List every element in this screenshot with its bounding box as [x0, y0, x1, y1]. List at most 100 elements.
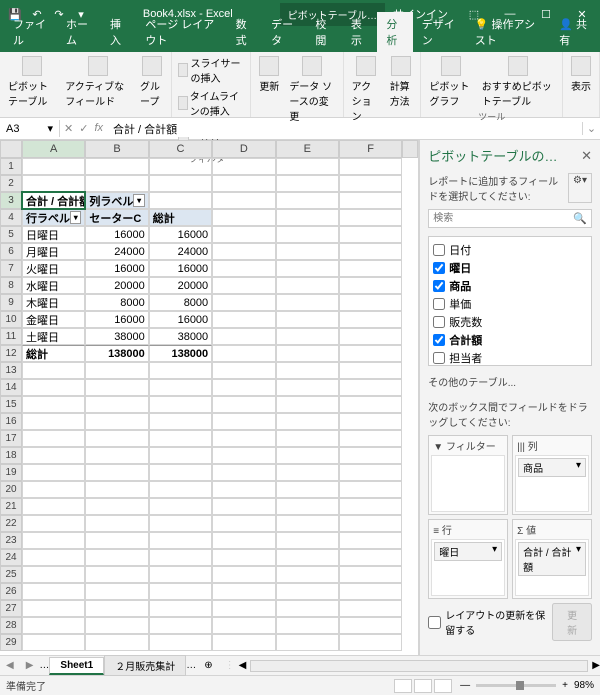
tab-data[interactable]: データ: [262, 12, 306, 52]
cell[interactable]: [276, 396, 339, 413]
cell[interactable]: [149, 498, 212, 515]
row-header[interactable]: 9: [0, 294, 22, 311]
row-header[interactable]: 26: [0, 583, 22, 600]
cell[interactable]: [149, 192, 212, 209]
tab-review[interactable]: 校閲: [306, 12, 341, 52]
cell[interactable]: 日曜日: [22, 226, 85, 243]
row-header[interactable]: 24: [0, 549, 22, 566]
add-sheet-icon[interactable]: ⊕: [196, 658, 220, 673]
cell[interactable]: [276, 515, 339, 532]
cell[interactable]: 38000: [149, 328, 212, 345]
field-checkbox[interactable]: [433, 334, 445, 346]
row-header[interactable]: 17: [0, 430, 22, 447]
field-checkbox[interactable]: [433, 262, 445, 274]
column-filter-icon[interactable]: ▾: [133, 194, 144, 207]
sheet-nav-prev-icon[interactable]: ◀: [0, 660, 20, 671]
row-header[interactable]: 6: [0, 243, 22, 260]
cell[interactable]: [212, 362, 275, 379]
row-header[interactable]: 27: [0, 600, 22, 617]
tab-home[interactable]: ホーム: [57, 12, 101, 52]
cell[interactable]: [276, 277, 339, 294]
cell[interactable]: 24000: [149, 243, 212, 260]
cell[interactable]: [339, 481, 402, 498]
field-search[interactable]: 🔍: [428, 209, 592, 228]
cell[interactable]: [149, 464, 212, 481]
tab-analyze[interactable]: 分析: [377, 12, 412, 52]
cell[interactable]: 38000: [85, 328, 148, 345]
cell[interactable]: [276, 362, 339, 379]
value-field-item[interactable]: 合計 / 合計額▾: [518, 542, 586, 576]
tab-pagelayout[interactable]: ページ レイアウト: [136, 12, 226, 52]
cell[interactable]: [149, 396, 212, 413]
cell[interactable]: [339, 464, 402, 481]
zoom-level[interactable]: 98%: [574, 680, 594, 691]
cell[interactable]: [22, 481, 85, 498]
cell[interactable]: [339, 600, 402, 617]
cell[interactable]: [339, 515, 402, 532]
cell-a3[interactable]: 合計 / 合計額: [22, 192, 85, 209]
cell[interactable]: [212, 481, 275, 498]
close-pane-icon[interactable]: ✕: [581, 148, 592, 164]
row-header[interactable]: 1: [0, 158, 22, 175]
cell[interactable]: [149, 532, 212, 549]
column-field-item[interactable]: 商品▾: [518, 458, 586, 477]
cell[interactable]: 16000: [149, 260, 212, 277]
group-button[interactable]: グループ: [136, 54, 167, 110]
cell[interactable]: [22, 379, 85, 396]
cell[interactable]: [85, 396, 148, 413]
cell[interactable]: [212, 345, 275, 362]
cell[interactable]: [149, 447, 212, 464]
cell[interactable]: [276, 226, 339, 243]
cell[interactable]: [212, 294, 275, 311]
col-header-c[interactable]: C: [149, 140, 212, 158]
cell[interactable]: [339, 498, 402, 515]
row-header[interactable]: 19: [0, 464, 22, 481]
recommended-pivot-button[interactable]: おすすめピボットテーブル: [478, 54, 558, 110]
cell[interactable]: [339, 413, 402, 430]
cell[interactable]: [339, 583, 402, 600]
cell[interactable]: [276, 498, 339, 515]
cell[interactable]: [22, 413, 85, 430]
cell[interactable]: [276, 243, 339, 260]
col-header-d[interactable]: D: [212, 140, 275, 158]
cell[interactable]: [339, 158, 402, 175]
field-item[interactable]: 商品: [433, 277, 587, 295]
cell[interactable]: 138000: [85, 345, 148, 362]
cell[interactable]: 138000: [149, 345, 212, 362]
change-datasource-button[interactable]: データ ソースの変更: [285, 54, 338, 125]
sheet-tab-2[interactable]: ２月販売集計: [104, 655, 186, 676]
cell[interactable]: 16000: [149, 226, 212, 243]
cell-a4[interactable]: 行ラベル▾: [22, 209, 85, 226]
cell[interactable]: [339, 226, 402, 243]
cell[interactable]: [22, 498, 85, 515]
cell[interactable]: [276, 481, 339, 498]
normal-view-icon[interactable]: [394, 679, 412, 693]
cell[interactable]: [212, 447, 275, 464]
cell[interactable]: [212, 175, 275, 192]
formula-input[interactable]: [107, 121, 582, 137]
cell[interactable]: 16000: [149, 311, 212, 328]
cell[interactable]: [85, 634, 148, 651]
cell[interactable]: [212, 396, 275, 413]
cell[interactable]: [85, 464, 148, 481]
cell[interactable]: 金曜日: [22, 311, 85, 328]
cell[interactable]: [212, 413, 275, 430]
more-tables-link[interactable]: その他のテーブル...: [420, 370, 600, 393]
cell[interactable]: [22, 583, 85, 600]
cell[interactable]: [22, 430, 85, 447]
tab-insert[interactable]: 挿入: [101, 12, 136, 52]
pagebreak-view-icon[interactable]: [434, 679, 452, 693]
cell[interactable]: 24000: [85, 243, 148, 260]
field-item[interactable]: 担当者: [433, 349, 587, 367]
cell[interactable]: [22, 396, 85, 413]
cell[interactable]: [149, 549, 212, 566]
row-header[interactable]: 11: [0, 328, 22, 345]
filter-area[interactable]: ▼ フィルター: [428, 435, 508, 515]
cell[interactable]: 20000: [149, 277, 212, 294]
cell[interactable]: [276, 311, 339, 328]
cell[interactable]: [85, 175, 148, 192]
search-input[interactable]: [429, 210, 569, 227]
row-header[interactable]: 29: [0, 634, 22, 651]
cell[interactable]: [339, 345, 402, 362]
row-header[interactable]: 16: [0, 413, 22, 430]
